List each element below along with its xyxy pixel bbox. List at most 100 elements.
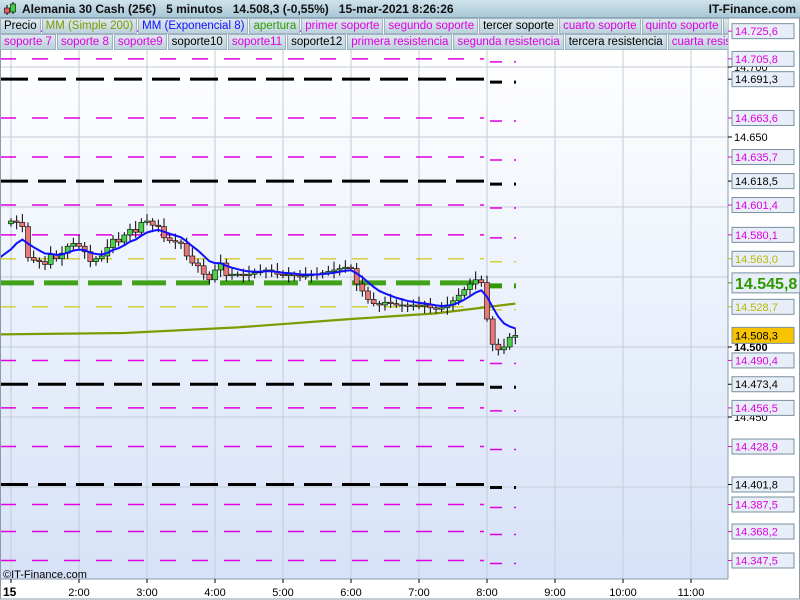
level-label: 14.456,5 <box>735 403 778 415</box>
x-tick-label: 8:00 <box>476 587 497 599</box>
legend-item-soporte-8[interactable]: soporte 8 <box>56 34 113 50</box>
candle-body <box>110 238 116 248</box>
candle-body <box>472 279 479 285</box>
candle-body <box>297 275 303 278</box>
candle-body <box>421 304 428 307</box>
legend-item-soporte9[interactable]: soporte9 <box>113 34 167 50</box>
level-label: 14.635,7 <box>735 152 778 164</box>
level-label: 14.663,6 <box>735 113 778 125</box>
x-tick-label: 3:00 <box>136 587 157 599</box>
candle-body <box>144 220 150 223</box>
candlestick-logo-icon <box>4 2 16 15</box>
candle-body <box>115 238 122 243</box>
candle-body <box>200 265 207 275</box>
level-label: 14.473,4 <box>735 379 778 391</box>
copyright: ©IT-Finance.com <box>3 569 87 581</box>
legend-item-tercera-resistencia[interactable]: tercera resistencia <box>564 34 667 50</box>
candle-body <box>331 269 337 272</box>
candle-body <box>138 222 145 233</box>
candle-body <box>433 307 439 310</box>
legend-item-soporte11[interactable]: soporte11 <box>227 34 287 50</box>
candle-body <box>336 268 343 271</box>
candle-body <box>155 224 162 227</box>
candle-body <box>70 243 77 247</box>
x-tick-label: 4:00 <box>204 587 225 599</box>
legend-row-1: Precio MM (Simple 200) MM (Exponencial 8) a… <box>0 18 728 34</box>
candle-body <box>404 304 411 307</box>
legend-item-apertura[interactable]: apertura <box>249 18 301 34</box>
legend-item-mm-exponencial-8-[interactable]: MM (Exponencial 8) <box>138 18 249 34</box>
candle-body <box>76 243 82 247</box>
candle-body <box>93 258 99 262</box>
level-label: 14.691,3 <box>735 74 778 86</box>
candle-body <box>183 243 190 257</box>
candle-body <box>342 266 349 269</box>
candle-body <box>387 301 394 304</box>
candle-body <box>47 254 54 265</box>
level-label: 14.601,4 <box>735 200 778 212</box>
candle-body <box>399 304 405 307</box>
last-price-label: 14.508,3 <box>735 330 778 342</box>
price-chart[interactable]: 14.70014.65014.50014.45014.725,614.705,8… <box>0 0 800 600</box>
candle-body <box>382 301 388 306</box>
plot-area <box>0 50 728 579</box>
level-label: 14.545,8 <box>735 276 797 293</box>
legend-item-tercer-soporte[interactable]: tercer soporte <box>479 18 559 34</box>
level-label: 14.347,5 <box>735 556 778 568</box>
x-tick-label: 15 <box>3 585 17 599</box>
candle-body <box>229 273 235 276</box>
legend-item-soporte-7[interactable]: soporte 7 <box>0 34 56 50</box>
legend-item-sexto-soporte[interactable]: sexto soporte <box>723 18 728 34</box>
candle-body <box>512 335 519 338</box>
legend-item-cuarto-soporte[interactable]: cuarto soporte <box>559 18 641 34</box>
candle-body <box>166 237 173 241</box>
legend-item-primera-resistencia[interactable]: primera resistencia <box>347 34 453 50</box>
level-label: 14.401,8 <box>735 479 778 491</box>
candle-body <box>98 255 105 260</box>
candle-body <box>127 229 133 236</box>
chart-title: Alemania 30 Cash (25€) 5 minutos 14.508,… <box>22 2 454 16</box>
candle-body <box>251 272 258 275</box>
legend-item-segundo-soporte[interactable]: segundo soporte <box>384 18 479 34</box>
candle-body <box>234 273 241 276</box>
candle-body <box>348 266 354 269</box>
candle-body <box>353 268 360 285</box>
candle-body <box>455 294 462 302</box>
legend-item-segunda-resistencia[interactable]: segunda resistencia <box>453 34 564 50</box>
legend-item-cuarta-resistencia[interactable]: cuarta resistencia <box>667 34 728 50</box>
legend-item-soporte10[interactable]: soporte10 <box>167 34 227 50</box>
level-label: 14.705,8 <box>735 54 778 66</box>
legend-item-precio[interactable]: Precio <box>0 18 41 34</box>
candle-body <box>489 318 496 345</box>
brand-link[interactable]: IT-Finance.com <box>709 2 796 16</box>
title-bar: Alemania 30 Cash (25€) 5 minutos 14.508,… <box>0 0 800 18</box>
candle-body <box>370 299 377 304</box>
candle-body <box>478 279 485 283</box>
legend-item-mm-simple-200-[interactable]: MM (Simple 200) <box>41 18 138 34</box>
x-tick-label: 7:00 <box>408 587 429 599</box>
legend-item-soporte12[interactable]: soporte12 <box>287 34 347 50</box>
candle-body <box>359 283 366 292</box>
candle-body <box>438 307 445 310</box>
x-tick-label: 11:00 <box>678 587 705 599</box>
candle-body <box>8 220 14 225</box>
candle-body <box>410 304 417 307</box>
candle-body <box>195 262 201 267</box>
candle-body <box>212 269 218 281</box>
legend-item-quinto-soporte[interactable]: quinto soporte <box>641 18 723 34</box>
candle-body <box>19 222 26 227</box>
y-tick-label: 14.650 <box>734 132 768 144</box>
candle-body <box>178 241 184 244</box>
x-tick-label: 5:00 <box>272 587 293 599</box>
legend-item-primer-soporte[interactable]: primer soporte <box>301 18 384 34</box>
candle-body <box>467 283 473 290</box>
level-label: 14.563,0 <box>735 254 778 266</box>
candle-body <box>240 273 247 276</box>
candle-body <box>393 303 400 306</box>
candle-body <box>149 220 156 226</box>
candle-body <box>506 336 513 348</box>
level-label: 14.618,5 <box>735 176 778 188</box>
level-label: 14.725,6 <box>735 26 778 38</box>
level-label: 14.428,9 <box>735 442 778 454</box>
candle-body <box>13 220 20 223</box>
